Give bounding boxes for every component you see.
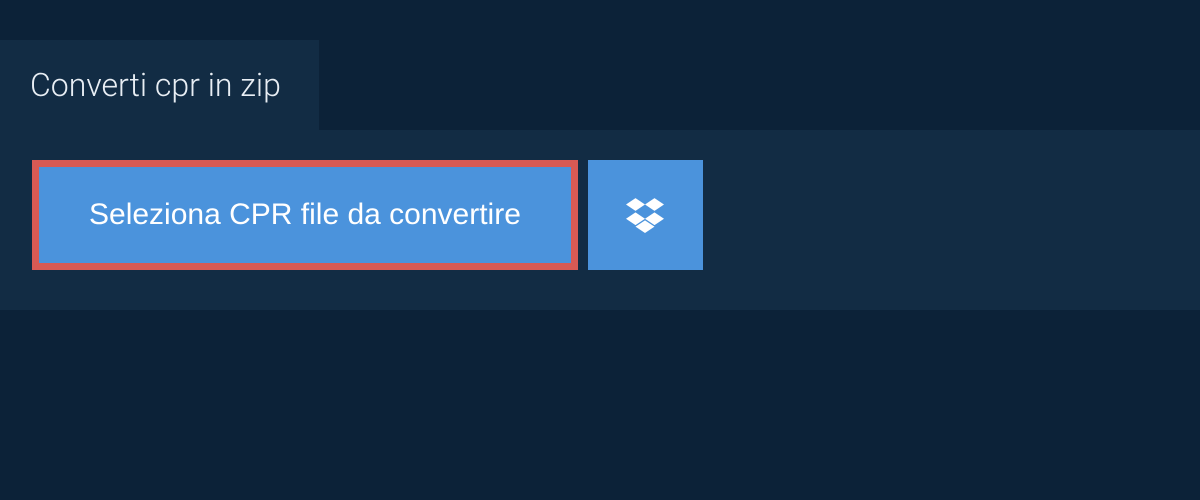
select-file-highlight: Seleziona CPR file da convertire (32, 160, 578, 270)
dropbox-button[interactable] (588, 160, 703, 270)
convert-panel: Seleziona CPR file da convertire (0, 130, 1200, 310)
dropbox-icon (626, 195, 664, 236)
button-row: Seleziona CPR file da convertire (32, 160, 1168, 270)
select-file-label: Seleziona CPR file da convertire (89, 198, 521, 231)
select-file-button[interactable]: Seleziona CPR file da convertire (39, 167, 571, 263)
tab-label: Converti cpr in zip (30, 66, 281, 104)
tab-convert[interactable]: Converti cpr in zip (0, 40, 319, 130)
